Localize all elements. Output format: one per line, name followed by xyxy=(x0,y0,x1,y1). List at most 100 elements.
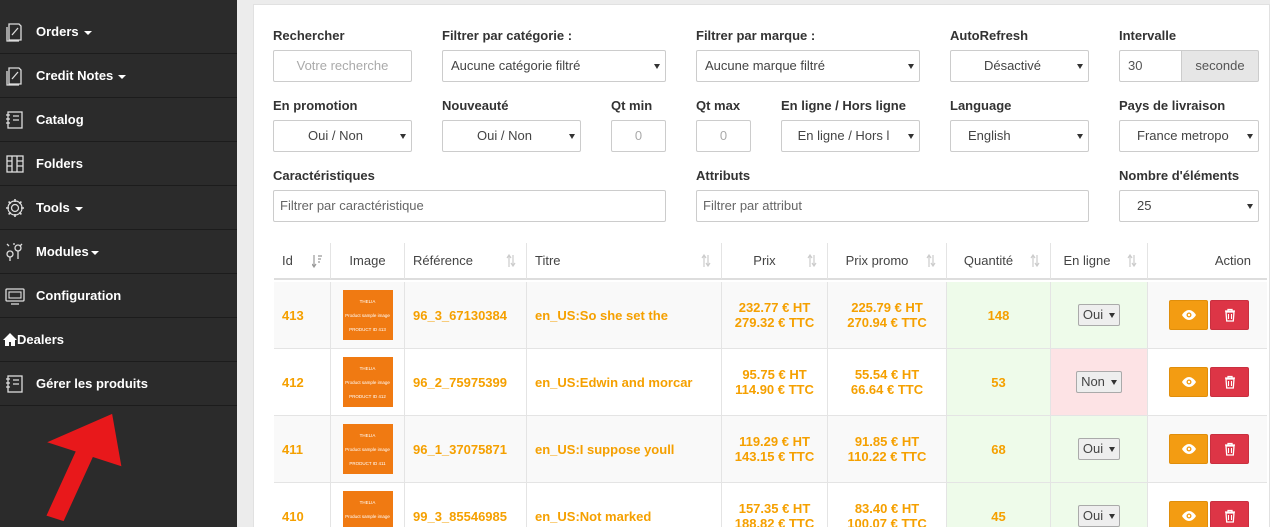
interval-input[interactable]: 30 xyxy=(1119,50,1182,82)
view-button[interactable] xyxy=(1169,367,1208,397)
online-select[interactable]: Oui xyxy=(1077,438,1121,460)
sidebar-item-configuration[interactable]: Configuration xyxy=(0,274,237,318)
online-select[interactable]: Oui xyxy=(1077,505,1121,527)
cell-promo-price: 91.85 € HT 110.22 € TTC xyxy=(828,416,947,482)
cell-id: 410 xyxy=(274,483,331,527)
cell-action xyxy=(1148,282,1267,348)
cell-image: THELIAProduct sample imagePRODUCT ID 410 xyxy=(331,483,405,527)
search-input[interactable]: Votre recherche xyxy=(273,50,412,82)
country-select[interactable]: France metropo xyxy=(1119,120,1259,152)
count-select[interactable]: 25 xyxy=(1119,190,1259,222)
features-input[interactable]: Filtrer par caractéristique xyxy=(273,190,666,222)
new-label: Nouveauté xyxy=(442,98,509,113)
thumb-brand: THELIA xyxy=(359,499,376,505)
cell-quantity: 148 xyxy=(947,282,1051,348)
col-header-reference[interactable]: Référence xyxy=(405,243,527,280)
cell-title[interactable]: en_US:So she set the xyxy=(527,282,722,348)
online-value: Oui xyxy=(1082,441,1104,456)
count-value: 25 xyxy=(1137,198,1152,213)
col-header-id[interactable]: Id xyxy=(274,243,331,280)
qt-min-input[interactable]: 0 xyxy=(611,120,666,152)
chevron-down-icon xyxy=(1247,204,1253,209)
products-panel: Rechercher Votre recherche Filtrer par c… xyxy=(253,4,1270,527)
delete-button[interactable] xyxy=(1210,300,1249,330)
product-thumbnail[interactable]: THELIA Product sample image PRODUCT ID 413 xyxy=(342,290,393,340)
sidebar-item-tools[interactable]: Tools xyxy=(0,186,237,230)
cell-reference[interactable]: 96_3_67130384 xyxy=(405,282,527,348)
product-thumbnail[interactable]: THELIA Product sample image PRODUCT ID 412 xyxy=(342,357,393,407)
chevron-down-icon xyxy=(74,206,83,211)
sidebar-item-credit-notes[interactable]: Credit Notes xyxy=(0,54,237,98)
table-row[interactable]: 412 THELIA Product sample image PRODUCT ID… xyxy=(274,349,1267,416)
online-value: Oui xyxy=(1082,508,1104,523)
online-select[interactable]: Oui xyxy=(1077,304,1121,326)
table-row[interactable]: 410 THELIAProduct sample imagePRODUCT ID… xyxy=(274,483,1267,527)
new-select[interactable]: Oui / Non xyxy=(442,120,581,152)
sort-icon xyxy=(807,254,817,268)
col-header-quantity[interactable]: Quantité xyxy=(947,243,1051,280)
sidebar-item-label: Catalog xyxy=(36,112,84,127)
sidebar-item-dealers[interactable]: Dealers xyxy=(0,318,237,362)
cell-reference[interactable]: 99_3_85546985 xyxy=(405,483,527,527)
col-header-title[interactable]: Titre xyxy=(527,243,722,280)
promotion-select[interactable]: Oui / Non xyxy=(273,120,412,152)
sidebar-item-modules[interactable]: Modules xyxy=(0,230,237,274)
online-select[interactable]: Non xyxy=(1076,371,1122,393)
promo-ht: 83.40 € HT xyxy=(854,501,920,516)
cell-action xyxy=(1148,349,1267,415)
sidebar-item-catalog[interactable]: Catalog xyxy=(0,98,237,142)
features-label: Caractéristiques xyxy=(273,168,375,183)
view-button[interactable] xyxy=(1169,434,1208,464)
cell-title[interactable]: en_US:Edwin and morcar xyxy=(527,349,722,415)
trash-icon xyxy=(1224,442,1235,456)
category-filter-select[interactable]: Aucune catégorie filtré xyxy=(442,50,666,82)
cell-title[interactable]: en_US:I suppose youll xyxy=(527,416,722,482)
brand-filter-select[interactable]: Aucune marque filtré xyxy=(696,50,920,82)
qt-max-input[interactable]: 0 xyxy=(696,120,751,152)
table-row[interactable]: 411 THELIA Product sample image PRODUCT ID… xyxy=(274,416,1267,483)
attributes-input[interactable]: Filtrer par attribut xyxy=(696,190,1089,222)
chevron-down-icon xyxy=(1077,134,1083,139)
promo-ttc: 270.94 € TTC xyxy=(847,315,927,330)
cell-id: 412 xyxy=(274,349,331,415)
online-filter-select[interactable]: En ligne / Hors l xyxy=(781,120,920,152)
sidebar-item-label: Folders xyxy=(36,156,83,171)
delete-button[interactable] xyxy=(1210,367,1249,397)
cell-action xyxy=(1148,483,1267,527)
chevron-down-icon xyxy=(569,134,575,139)
gear-icon xyxy=(4,197,26,219)
trash-icon xyxy=(1224,375,1235,389)
view-button[interactable] xyxy=(1169,501,1208,527)
col-header-price[interactable]: Prix xyxy=(722,243,828,280)
product-thumbnail[interactable]: THELIA Product sample image PRODUCT ID 411 xyxy=(342,424,393,474)
chevron-down-icon xyxy=(1109,313,1116,318)
promotion-label: En promotion xyxy=(273,98,358,113)
credit-notes-icon xyxy=(4,65,26,87)
delete-button[interactable] xyxy=(1210,434,1249,464)
cell-reference[interactable]: 96_1_37075871 xyxy=(405,416,527,482)
col-header-promo-price[interactable]: Prix promo xyxy=(828,243,947,280)
eye-icon xyxy=(1181,377,1196,387)
chevron-down-icon xyxy=(654,64,660,69)
language-select[interactable]: English xyxy=(950,120,1089,152)
col-header-label: Titre xyxy=(535,253,561,268)
col-header-online[interactable]: En ligne xyxy=(1051,243,1148,280)
promo-ht: 225.79 € HT xyxy=(851,300,923,315)
sidebar-item-orders[interactable]: Orders xyxy=(0,10,237,54)
sidebar-item-label: Gérer les produits xyxy=(36,376,148,391)
autorefresh-select[interactable]: Désactivé xyxy=(950,50,1089,82)
category-filter-value: Aucune catégorie filtré xyxy=(451,58,581,73)
main-content: Rechercher Votre recherche Filtrer par c… xyxy=(237,0,1270,527)
promo-ht: 91.85 € HT xyxy=(854,434,920,449)
sidebar-item-folders[interactable]: Folders xyxy=(0,142,237,186)
view-button[interactable] xyxy=(1169,300,1208,330)
thumb-id: PRODUCT ID 411 xyxy=(349,460,386,466)
thumb-id: PRODUCT ID 412 xyxy=(349,393,386,399)
product-thumbnail[interactable]: THELIAProduct sample imagePRODUCT ID 410 xyxy=(342,491,393,527)
cell-title[interactable]: en_US:Not marked xyxy=(527,483,722,527)
col-header-label: Id xyxy=(282,253,293,268)
cell-reference[interactable]: 96_2_75975399 xyxy=(405,349,527,415)
chevron-down-icon xyxy=(1110,380,1117,385)
table-row[interactable]: 413 THELIA Product sample image PRODUCT ID… xyxy=(274,282,1267,349)
delete-button[interactable] xyxy=(1210,501,1249,527)
